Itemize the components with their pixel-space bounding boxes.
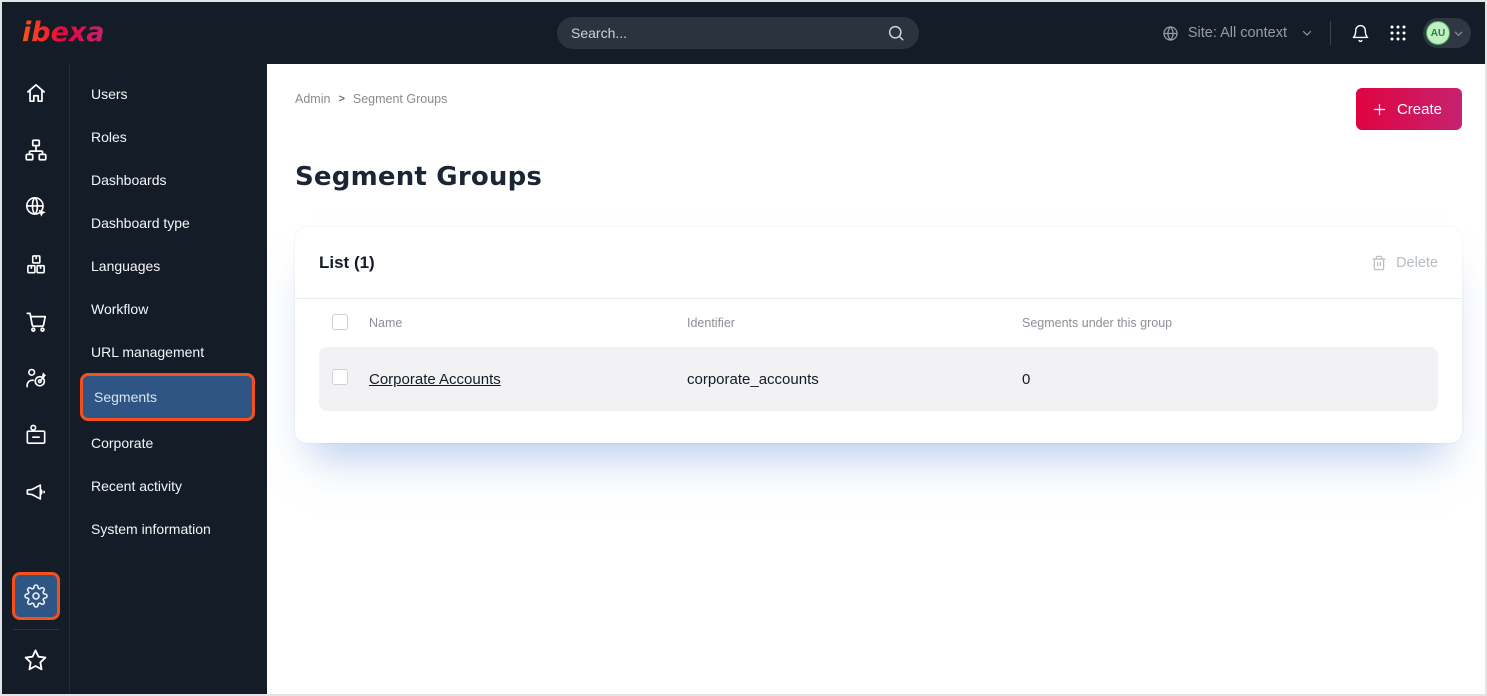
- personalization-target-icon[interactable]: [14, 356, 58, 400]
- site-context-label: Site: All context: [1187, 25, 1287, 41]
- breadcrumb-separator: >: [338, 93, 345, 105]
- menu-item-url-management[interactable]: URL management: [70, 330, 267, 373]
- menu-item-users[interactable]: Users: [70, 72, 267, 115]
- menu-item-segments[interactable]: Segments: [80, 373, 255, 421]
- product-boxes-icon[interactable]: [14, 242, 58, 286]
- menu-item-corporate[interactable]: Corporate: [70, 421, 267, 464]
- logo-text: ibexa: [22, 17, 105, 48]
- ibexa-logo[interactable]: ibexa: [20, 12, 112, 55]
- campaign-megaphone-icon[interactable]: [14, 470, 58, 514]
- breadcrumb-admin[interactable]: Admin: [295, 92, 330, 106]
- avatar: AU: [1426, 21, 1450, 45]
- delete-button-label: Delete: [1396, 254, 1438, 271]
- main-content: Admin > Segment Groups Create Segment Gr…: [267, 64, 1485, 694]
- menu-item-system-information[interactable]: System information: [70, 507, 267, 550]
- menu-item-recent-activity[interactable]: Recent activity: [70, 464, 267, 507]
- delete-button[interactable]: Delete: [1371, 255, 1438, 271]
- menu-item-dashboards[interactable]: Dashboards: [70, 158, 267, 201]
- home-icon[interactable]: [14, 71, 58, 115]
- menu-item-workflow[interactable]: Workflow: [70, 287, 267, 330]
- menu-item-languages[interactable]: Languages: [70, 244, 267, 287]
- column-header-name: Name: [369, 316, 403, 330]
- global-search: [557, 17, 919, 49]
- admin-menu-sidebar: Users Roles Dashboards Dashboard type La…: [69, 64, 267, 694]
- table-header-row: Name Identifier Segments under this grou…: [295, 299, 1462, 347]
- chevron-down-icon: [1301, 27, 1313, 39]
- breadcrumb: Admin > Segment Groups: [295, 88, 447, 106]
- search-icon[interactable]: [887, 24, 905, 42]
- search-input[interactable]: [571, 25, 887, 41]
- segment-groups-list-card: List (1) Delete Name Identifier Segments…: [295, 227, 1462, 443]
- page-title: Segment Groups: [295, 162, 543, 192]
- corporate-badge-icon[interactable]: [14, 413, 58, 457]
- column-header-segments-count: Segments under this group: [1022, 316, 1173, 330]
- globe-icon: [1162, 25, 1179, 42]
- list-count-title: List (1): [319, 252, 375, 272]
- content-tree-icon[interactable]: [14, 128, 58, 172]
- plus-icon: [1372, 102, 1387, 117]
- create-button[interactable]: Create: [1355, 88, 1462, 130]
- notifications-bell-icon[interactable]: [1348, 21, 1373, 46]
- top-bar: ibexa Site: All context: [2, 2, 1485, 64]
- segment-group-identifier: corporate_accounts: [687, 370, 819, 388]
- app-window: ibexa Site: All context: [0, 0, 1487, 696]
- chevron-down-icon: [1453, 28, 1464, 39]
- row-checkbox[interactable]: [332, 369, 348, 385]
- topbar-right-cluster: Site: All context AU: [1162, 2, 1471, 64]
- segment-group-link[interactable]: Corporate Accounts: [369, 371, 501, 388]
- segment-group-count: 0: [1022, 370, 1031, 388]
- site-globe-icon[interactable]: [14, 185, 58, 229]
- trash-icon: [1371, 255, 1387, 271]
- column-header-identifier: Identifier: [687, 316, 735, 330]
- select-all-checkbox[interactable]: [332, 313, 348, 330]
- topbar-divider: [1330, 21, 1331, 45]
- bookmarks-star-icon[interactable]: [14, 638, 58, 682]
- menu-item-dashboard-type[interactable]: Dashboard type: [70, 201, 267, 244]
- breadcrumb-segment-groups[interactable]: Segment Groups: [353, 92, 448, 106]
- site-context-selector[interactable]: Site: All context: [1162, 25, 1313, 42]
- menu-item-roles[interactable]: Roles: [70, 115, 267, 158]
- admin-gear-icon[interactable]: [11, 572, 60, 620]
- create-button-label: Create: [1396, 100, 1442, 118]
- app-grid-icon[interactable]: [1386, 21, 1410, 45]
- icon-sidebar: [2, 64, 69, 694]
- table-row: Corporate Accounts corporate_accounts 0: [319, 347, 1438, 411]
- iconbar-divider: [12, 629, 59, 630]
- user-menu[interactable]: AU: [1423, 18, 1471, 48]
- commerce-cart-icon[interactable]: [14, 299, 58, 343]
